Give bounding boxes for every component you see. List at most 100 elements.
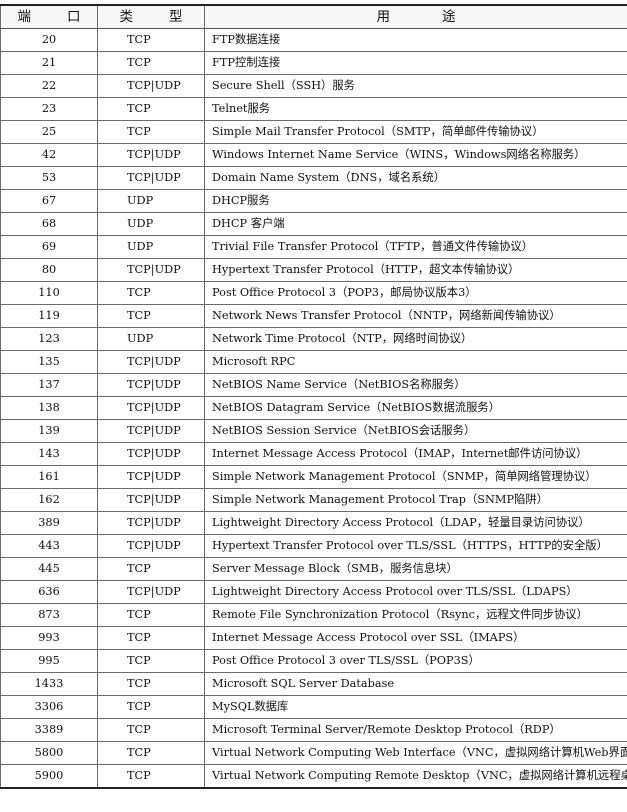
protocol-type-cell: TCP|UDP (97, 143, 205, 167)
port-number-cell: 5800 (0, 741, 98, 765)
port-number-cell: 42 (0, 143, 98, 167)
protocol-type-cell: TCP|UDP (97, 534, 205, 558)
usage-description-cell: Windows Internet Name Service（WINS，Windo… (204, 143, 627, 167)
usage-description-cell: NetBIOS Name Service（NetBIOS名称服务） (204, 373, 627, 397)
protocol-type-cell: TCP (97, 672, 205, 696)
table-row: 137 TCP|UDP NetBIOS Name Service（NetBIOS名称… (0, 373, 627, 397)
table-row: 23 TCP Telnet服务 (0, 97, 627, 121)
table-row: 3389 TCP Microsoft Terminal Server/Remote … (0, 718, 627, 742)
header-port-char-1: 端 (17, 9, 32, 25)
table-row: 25 TCP Simple Mail Transfer Protocol（SMTP，… (0, 120, 627, 144)
protocol-type-cell: UDP (97, 235, 205, 259)
usage-description-cell: Trivial File Transfer Protocol（TFTP，普通文件… (204, 235, 627, 259)
usage-description-cell: Microsoft SQL Server Database (204, 672, 627, 696)
table-row: 636 TCP|UDP Lightweight Directory Access P… (0, 580, 627, 604)
table-row: 20 TCP FTP数据连接 (0, 28, 627, 52)
table-row: 53 TCP|UDP Domain Name System（DNS，域名系统） (0, 166, 627, 190)
table-body: 20 TCP FTP数据连接 21 TCP FTP控制连接 22 TCP|UDP Secure … (0, 28, 627, 789)
port-number-cell: 389 (0, 511, 98, 535)
protocol-type-cell: TCP|UDP (97, 258, 205, 282)
port-number-cell: 21 (0, 51, 98, 75)
usage-description-cell: FTP控制连接 (204, 51, 627, 75)
table-row: 21 TCP FTP控制连接 (0, 51, 627, 75)
port-number-cell: 139 (0, 419, 98, 443)
table-row: 143 TCP|UDP Internet Message Access Protoc… (0, 442, 627, 466)
table-row: 67 UDP DHCP服务 (0, 189, 627, 213)
usage-description-cell: Post Office Protocol 3（POP3，邮局协议版本3） (204, 281, 627, 305)
header-usage-char-2: 途 (442, 9, 456, 25)
protocol-type-cell: TCP (97, 695, 205, 719)
usage-description-cell: Virtual Network Computing Remote Desktop… (204, 764, 627, 789)
protocol-type-cell: TCP|UDP (97, 350, 205, 374)
usage-description-cell: Server Message Block（SMB，服务信息块） (204, 557, 627, 581)
protocol-type-cell: TCP|UDP (97, 488, 205, 512)
table-row: 22 TCP|UDP Secure Shell（SSH）服务 (0, 74, 627, 98)
port-number-cell: 69 (0, 235, 98, 259)
protocol-type-cell: TCP|UDP (97, 396, 205, 420)
protocol-type-cell: TCP (97, 718, 205, 742)
table-row: 445 TCP Server Message Block（SMB，服务信息块） (0, 557, 627, 581)
table-row: 139 TCP|UDP NetBIOS Session Service（NetBIO… (0, 419, 627, 443)
table-row: 42 TCP|UDP Windows Internet Name Service（W… (0, 143, 627, 167)
port-number-cell: 3389 (0, 718, 98, 742)
port-number-cell: 67 (0, 189, 98, 213)
protocol-type-cell: TCP (97, 557, 205, 581)
protocol-type-cell: TCP (97, 741, 205, 765)
port-number-cell: 161 (0, 465, 98, 489)
protocol-type-cell: TCP (97, 626, 205, 650)
header-port-char-2: 口 (67, 9, 81, 25)
protocol-type-cell: UDP (97, 189, 205, 213)
table-row: 80 TCP|UDP Hypertext Transfer Protocol（HTT… (0, 258, 627, 282)
protocol-type-cell: TCP|UDP (97, 580, 205, 604)
usage-description-cell: Network News Transfer Protocol（NNTP，网络新闻… (204, 304, 627, 328)
header-type-char-2: 型 (169, 9, 183, 25)
port-number-cell: 143 (0, 442, 98, 466)
usage-description-cell: FTP数据连接 (204, 28, 627, 52)
usage-description-cell: Post Office Protocol 3 over TLS/SSL（POP3… (204, 649, 627, 673)
protocol-type-cell: TCP (97, 603, 205, 627)
table-row: 873 TCP Remote File Synchronization Protoc… (0, 603, 627, 627)
usage-description-cell: Hypertext Transfer Protocol over TLS/SSL… (204, 534, 627, 558)
protocol-type-cell: UDP (97, 327, 205, 351)
column-header-type: 类型 (97, 4, 205, 29)
usage-description-cell: NetBIOS Datagram Service（NetBIOS数据流服务） (204, 396, 627, 420)
port-number-cell: 110 (0, 281, 98, 305)
table-row: 3306 TCP MySQL数据库 (0, 695, 627, 719)
port-number-cell: 162 (0, 488, 98, 512)
header-type-char-1: 类 (119, 9, 134, 25)
usage-description-cell: Internet Message Access Protocol（IMAP，In… (204, 442, 627, 466)
port-number-cell: 995 (0, 649, 98, 673)
table-row: 162 TCP|UDP Simple Network Management Prot… (0, 488, 627, 512)
protocol-type-cell: TCP (97, 120, 205, 144)
protocol-type-cell: TCP (97, 51, 205, 75)
protocol-type-cell: TCP (97, 764, 205, 789)
table-row: 995 TCP Post Office Protocol 3 over TLS/SS… (0, 649, 627, 673)
port-number-cell: 53 (0, 166, 98, 190)
usage-description-cell: Lightweight Directory Access Protocol（LD… (204, 511, 627, 535)
port-number-cell: 137 (0, 373, 98, 397)
port-number-cell: 22 (0, 74, 98, 98)
port-number-cell: 636 (0, 580, 98, 604)
port-number-cell: 443 (0, 534, 98, 558)
usage-description-cell: Secure Shell（SSH）服务 (204, 74, 627, 98)
usage-description-cell: MySQL数据库 (204, 695, 627, 719)
protocol-type-cell: TCP (97, 304, 205, 328)
usage-description-cell: Remote File Synchronization Protocol（Rsy… (204, 603, 627, 627)
port-number-cell: 25 (0, 120, 98, 144)
port-number-cell: 1433 (0, 672, 98, 696)
table-header-row: 端口 类型 用途 (0, 4, 627, 29)
table-row: 135 TCP|UDP Microsoft RPC (0, 350, 627, 374)
protocol-type-cell: TCP|UDP (97, 166, 205, 190)
usage-description-cell: Domain Name System（DNS，域名系统） (204, 166, 627, 190)
usage-description-cell: Simple Network Management Protocol（SNMP，… (204, 465, 627, 489)
table-row: 5800 TCP Virtual Network Computing Web Int… (0, 741, 627, 765)
column-header-usage: 用途 (204, 4, 627, 29)
usage-description-cell: Simple Network Management Protocol Trap（… (204, 488, 627, 512)
protocol-type-cell: UDP (97, 212, 205, 236)
table-row: 443 TCP|UDP Hypertext Transfer Protocol ov… (0, 534, 627, 558)
protocol-type-cell: TCP|UDP (97, 419, 205, 443)
port-number-cell: 138 (0, 396, 98, 420)
usage-description-cell: Virtual Network Computing Web Interface（… (204, 741, 627, 765)
port-number-cell: 445 (0, 557, 98, 581)
table-row: 389 TCP|UDP Lightweight Directory Access P… (0, 511, 627, 535)
